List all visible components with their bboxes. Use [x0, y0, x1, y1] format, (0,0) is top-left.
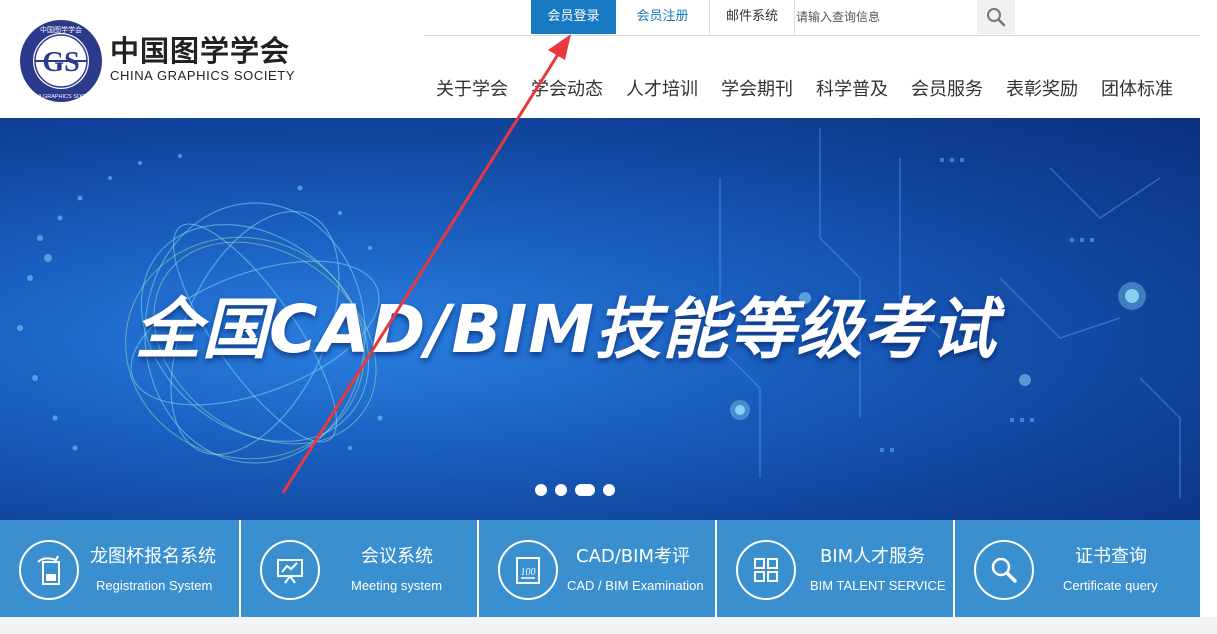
- service-cad-bim-exam[interactable]: 100 CAD/BIM考评 CAD / BIM Examination: [479, 520, 717, 617]
- svg-text:中国图学学会: 中国图学学会: [40, 25, 82, 34]
- service-certificate-query[interactable]: 证书查询 Certificate query: [955, 520, 1200, 617]
- society-emblem-icon: GS 中国图学学会 CHINA GRAPHICS SOCIETY: [20, 20, 102, 102]
- service-exam-title: CAD/BIM考评: [576, 546, 690, 567]
- nav-item-standards[interactable]: 团体标准: [1101, 70, 1173, 110]
- service-bar: 龙图杯报名系统 Registration System 会议系统 Meeting…: [0, 520, 1200, 617]
- registration-icon: [19, 540, 79, 600]
- nav-item-member-service[interactable]: 会员服务: [911, 70, 983, 110]
- top-utility-bar: 会员登录 会员注册 邮件系统: [424, 0, 1200, 36]
- member-login-button[interactable]: 会员登录: [531, 0, 616, 34]
- service-meeting-subtitle: Meeting system: [351, 578, 443, 593]
- service-meeting[interactable]: 会议系统 Meeting system: [241, 520, 479, 617]
- service-registration-title: 龙图杯报名系统: [90, 546, 216, 567]
- main-nav: 关于学会 学会动态 人才培训 学会期刊 科学普及 会员服务 表彰奖励 团体标准: [424, 70, 1196, 110]
- nav-item-journal[interactable]: 学会期刊: [721, 70, 793, 110]
- footer-strip: [0, 617, 1217, 634]
- carousel-dot-3-active[interactable]: [575, 484, 595, 496]
- nav-item-about[interactable]: 关于学会: [436, 70, 508, 110]
- logo-title-en: CHINA GRAPHICS SOCIETY: [110, 68, 296, 83]
- carousel-dot-4[interactable]: [603, 484, 615, 496]
- svg-text:GS: GS: [42, 47, 79, 78]
- mail-system-link[interactable]: 邮件系统: [710, 0, 795, 34]
- service-bim-talent[interactable]: BIM人才服务 BIM TALENT SERVICE: [717, 520, 955, 617]
- carousel-dot-1[interactable]: [535, 484, 547, 496]
- grid-apps-icon: [736, 540, 796, 600]
- search-button[interactable]: [977, 0, 1015, 34]
- search-input[interactable]: [796, 0, 976, 34]
- logo-title-cn: 中国图学学会: [110, 34, 291, 68]
- nav-item-science[interactable]: 科学普及: [816, 70, 888, 110]
- site-logo[interactable]: GS 中国图学学会 CHINA GRAPHICS SOCIETY 中国图学学会 …: [18, 18, 308, 104]
- nav-item-news[interactable]: 学会动态: [531, 70, 603, 110]
- hero-banner[interactable]: 全国CAD/BIM技能等级考试: [0, 118, 1200, 520]
- carousel-dots: [535, 484, 615, 496]
- member-register-link[interactable]: 会员注册: [616, 0, 710, 34]
- nav-item-awards[interactable]: 表彰奖励: [1006, 70, 1078, 110]
- presentation-icon: [260, 540, 320, 600]
- svg-text:100: 100: [521, 567, 536, 578]
- service-registration[interactable]: 龙图杯报名系统 Registration System: [0, 520, 241, 617]
- service-meeting-title: 会议系统: [361, 546, 433, 567]
- service-bim-title: BIM人才服务: [820, 546, 926, 567]
- exam-score-icon: 100: [498, 540, 558, 600]
- search-icon: [987, 8, 1006, 27]
- search-icon: [974, 540, 1034, 600]
- service-certificate-title: 证书查询: [1075, 546, 1147, 567]
- nav-item-training[interactable]: 人才培训: [626, 70, 698, 110]
- service-bim-subtitle: BIM TALENT SERVICE: [810, 578, 946, 593]
- service-registration-subtitle: Registration System: [96, 578, 213, 593]
- service-exam-subtitle: CAD / BIM Examination: [567, 578, 704, 593]
- service-certificate-subtitle: Certificate query: [1063, 578, 1158, 593]
- svg-text:CHINA GRAPHICS SOCIETY: CHINA GRAPHICS SOCIETY: [25, 94, 98, 100]
- banner-title: 全国CAD/BIM技能等级考试: [135, 291, 997, 368]
- carousel-dot-2[interactable]: [555, 484, 567, 496]
